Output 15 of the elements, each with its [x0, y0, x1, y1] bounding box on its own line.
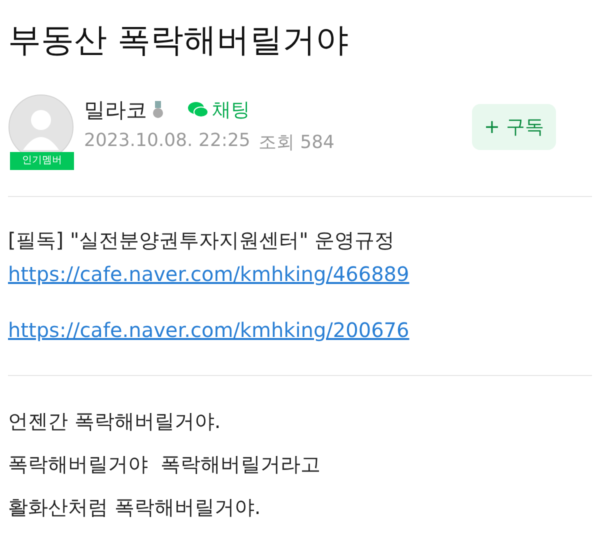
view-count: 조회 584	[258, 131, 334, 154]
author-name[interactable]: 밀라코	[84, 96, 147, 124]
body-text: 활화산처럼 폭락해버릴거야.	[8, 494, 262, 521]
body-text: 언젠간 폭락해버릴거야.	[8, 408, 222, 435]
medal-icon	[153, 101, 163, 119]
link[interactable]: https://cafe.naver.com/kmhking/200676	[8, 315, 592, 345]
link[interactable]: https://cafe.naver.com/kmhking/466889	[8, 259, 592, 289]
post-title: 부동산 폭락해버릴거야	[8, 19, 350, 61]
chat-link[interactable]: 채팅	[187, 97, 250, 123]
post-date: 2023.10.08. 22:25	[84, 130, 250, 153]
chat-bubbles-icon	[187, 101, 209, 119]
notice-text: [필독] "실전분양권투자지원센터" 운영규정	[8, 227, 396, 254]
body-text: 폭락해버릴거야 폭락해버릴거라고	[8, 451, 322, 478]
subscribe-button[interactable]: + 구독	[472, 104, 556, 150]
member-badge: 인기멤버	[10, 152, 74, 170]
